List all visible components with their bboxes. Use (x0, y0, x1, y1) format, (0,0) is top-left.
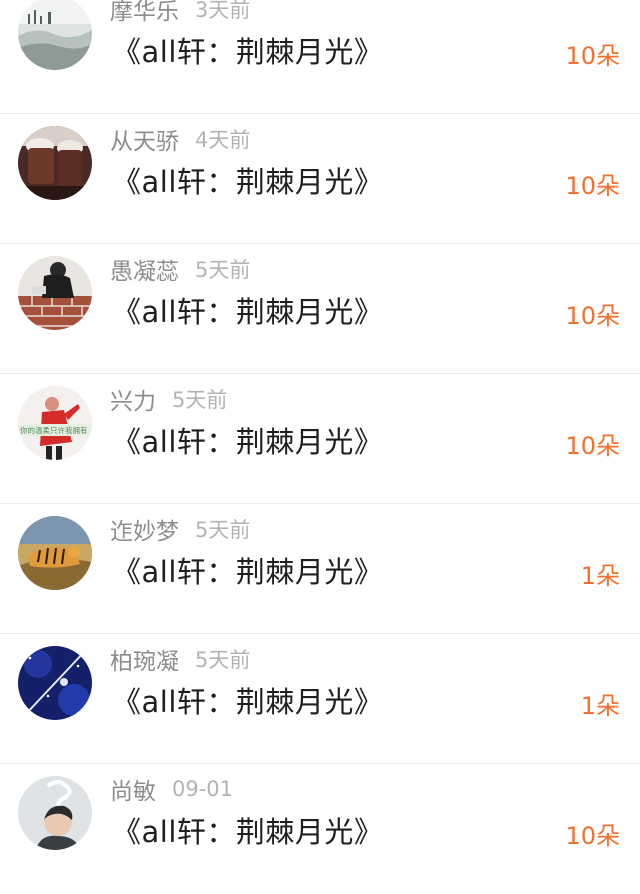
username[interactable]: 尚敏 (110, 772, 156, 806)
gift-count: 10朵 (565, 822, 620, 850)
gift-count: 10朵 (565, 302, 620, 330)
gift-count: 10朵 (565, 432, 620, 460)
chocolate-drink-avatar-icon[interactable] (18, 126, 92, 200)
book-title[interactable]: 《all轩：荆棘月光》 (112, 809, 383, 851)
timestamp: 5天前 (195, 258, 251, 282)
timestamp: 5天前 (172, 388, 228, 412)
list-item[interactable]: 愚凝蕊 5天前 《all轩：荆棘月光》 10朵 (0, 244, 640, 374)
list-item[interactable]: 尚敏 09-01 《all轩：荆棘月光》 10朵 (0, 764, 640, 894)
timestamp: 5天前 (195, 648, 251, 672)
red-figure-avatar-icon[interactable]: 你的温柔只许我拥有 (18, 386, 92, 460)
tiger-avatar-icon[interactable] (18, 516, 92, 590)
username[interactable]: 兴力 (110, 382, 156, 416)
book-title[interactable]: 《all轩：荆棘月光》 (112, 679, 383, 721)
username[interactable]: 柏琬凝 (110, 642, 179, 676)
boy-smoke-avatar-icon[interactable] (18, 776, 92, 850)
timestamp: 3天前 (195, 0, 251, 22)
brick-wall-avatar-icon[interactable] (18, 256, 92, 330)
gift-count: 1朵 (580, 692, 620, 720)
book-title[interactable]: 《all轩：荆棘月光》 (112, 159, 383, 201)
username[interactable]: 迮妙梦 (110, 512, 179, 546)
username[interactable]: 从天骄 (110, 122, 179, 156)
list-item[interactable]: 从天骄 4天前 《all轩：荆棘月光》 10朵 (0, 114, 640, 244)
comment-list: 摩华乐 3天前 《all轩：荆棘月光》 10朵 从天骄 4天前 《all轩：荆棘… (0, 0, 640, 890)
gift-count: 10朵 (565, 172, 620, 200)
list-item[interactable]: 迮妙梦 5天前 《all轩：荆棘月光》 1朵 (0, 504, 640, 634)
timestamp: 5天前 (195, 518, 251, 542)
list-item[interactable]: 摩华乐 3天前 《all轩：荆棘月光》 10朵 (0, 0, 640, 114)
list-item[interactable]: 柏琬凝 5天前 《all轩：荆棘月光》 1朵 (0, 634, 640, 764)
avatar-caption: 你的温柔只许我拥有 (20, 425, 88, 435)
blue-night-avatar-icon[interactable] (18, 646, 92, 720)
timestamp: 09-01 (172, 777, 234, 801)
username[interactable]: 愚凝蕊 (110, 252, 179, 286)
gift-count: 1朵 (580, 562, 620, 590)
book-title[interactable]: 《all轩：荆棘月光》 (112, 289, 383, 331)
username[interactable]: 摩华乐 (110, 0, 179, 26)
gift-count: 10朵 (565, 42, 620, 70)
book-title[interactable]: 《all轩：荆棘月光》 (112, 549, 383, 591)
timestamp: 4天前 (195, 128, 251, 152)
book-title[interactable]: 《all轩：荆棘月光》 (112, 419, 383, 461)
misty-landscape-avatar-icon[interactable] (18, 0, 92, 70)
list-item[interactable]: 你的温柔只许我拥有 兴力 5天前 《all轩：荆棘月光》 10朵 (0, 374, 640, 504)
book-title[interactable]: 《all轩：荆棘月光》 (112, 29, 383, 71)
